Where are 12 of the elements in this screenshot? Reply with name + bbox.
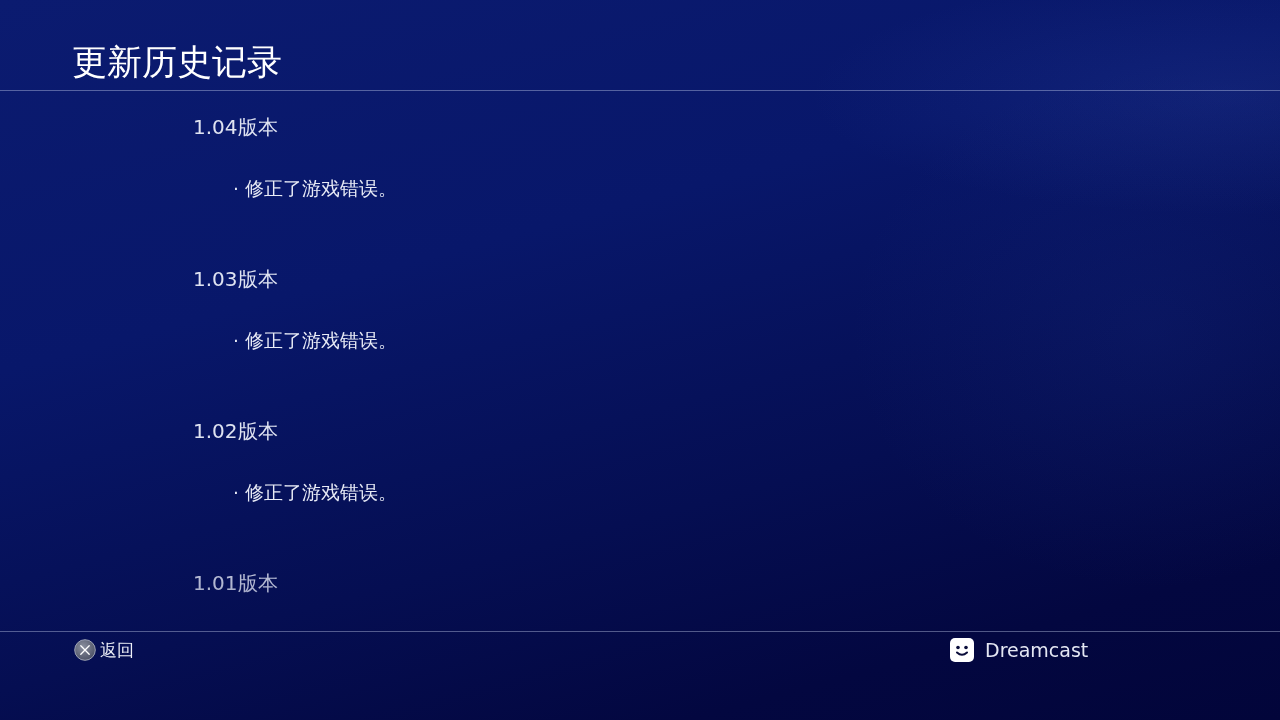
version-label: 1.04版本 <box>193 115 278 139</box>
release-note-text: · 修正了游戏错误。 <box>233 177 397 201</box>
version-label: 1.03版本 <box>193 267 278 291</box>
smiley-avatar-icon <box>950 638 974 662</box>
back-hint-text: 返回 <box>100 639 134 661</box>
release-note-text: · 修正了游戏错误。 <box>233 481 397 505</box>
release-note-text: · 修正了游戏错误。 <box>233 329 397 353</box>
username-text: Dreamcast <box>985 638 1089 662</box>
page-title: 更新历史记录 <box>72 42 282 82</box>
cross-circle-icon <box>74 639 96 661</box>
version-label: 1.01版本 <box>193 571 278 595</box>
version-label: 1.02版本 <box>193 419 278 443</box>
